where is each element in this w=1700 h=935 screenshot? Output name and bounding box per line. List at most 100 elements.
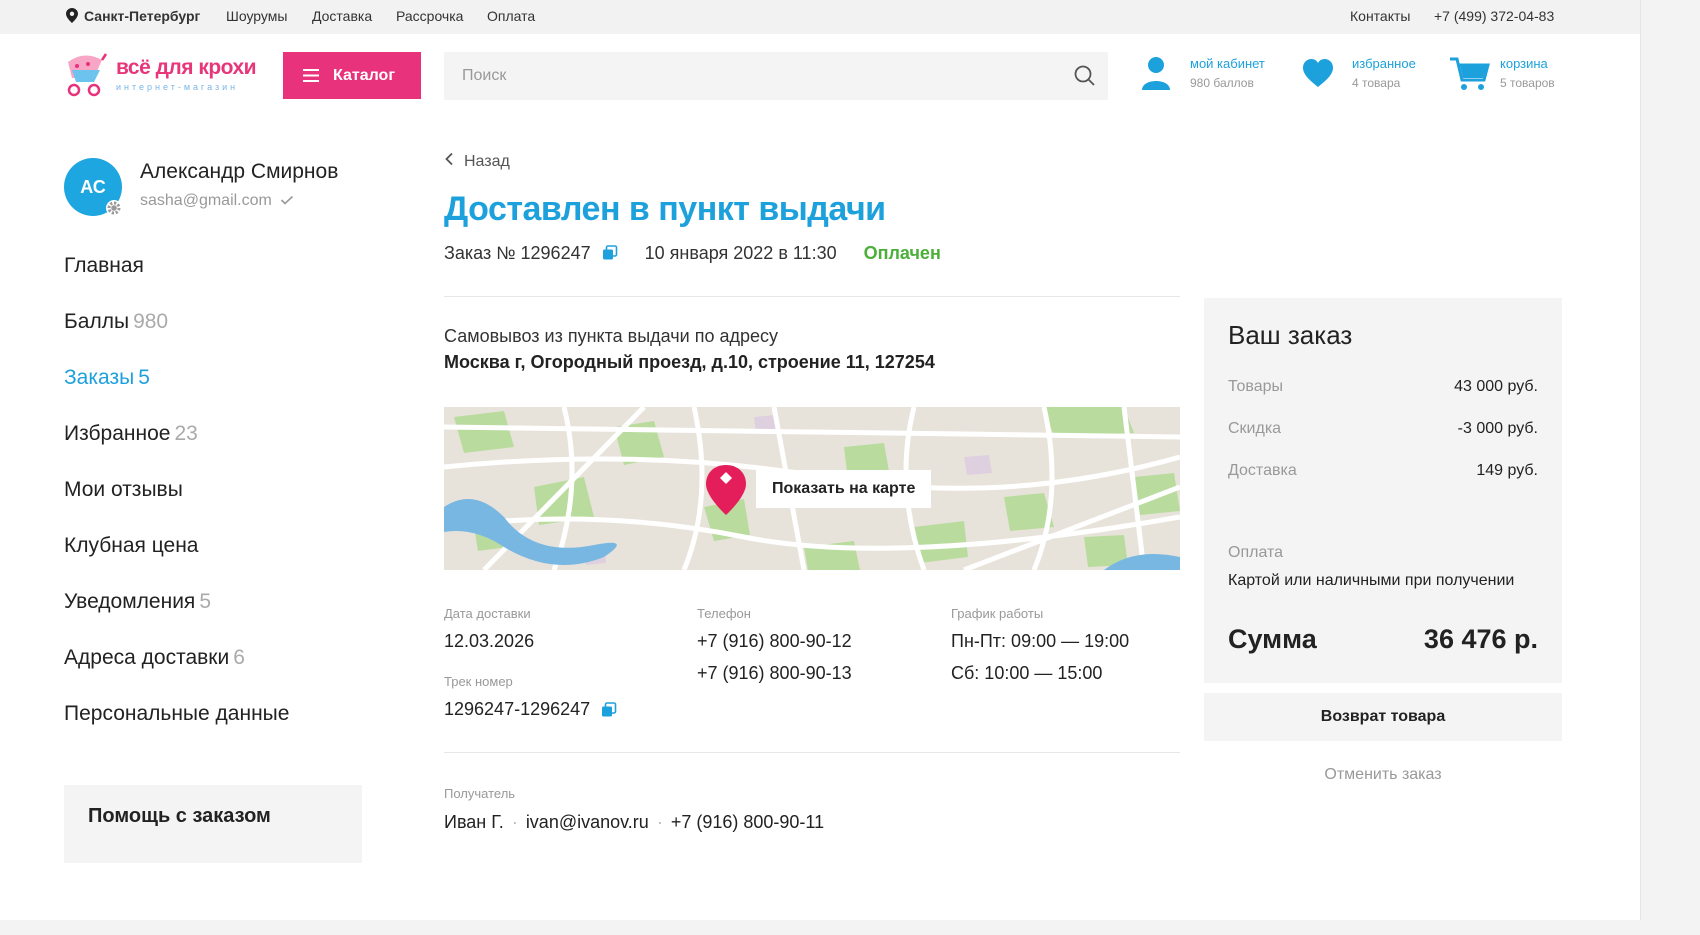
discount-value: -3 000 руб. (1457, 420, 1538, 437)
topbar-link-showrooms[interactable]: Шоурумы (226, 8, 287, 24)
search-icon[interactable] (1074, 65, 1096, 87)
topbar-link-installment[interactable]: Рассрочка (396, 8, 463, 24)
recipient-phone: +7 (916) 800-90-11 (670, 812, 825, 832)
topbar-link-contacts[interactable]: Контакты (1350, 8, 1410, 24)
gear-icon (107, 201, 121, 215)
copy-icon[interactable] (602, 245, 618, 261)
verified-check-icon (281, 195, 294, 205)
phone-value-1[interactable]: +7 (916) 800-90-12 (697, 631, 852, 652)
sidebar-item-count: 23 (174, 422, 198, 445)
cart-count: 5 товаров (1500, 76, 1555, 90)
my-cabinet-points: 980 баллов (1190, 76, 1254, 90)
sidebar-item-count: 5 (138, 366, 150, 389)
order-datetime: 10 января 2022 в 11:30 (644, 242, 837, 263)
order-summary: Ваш заказ Товары 43 000 руб. Скидка -3 0… (1204, 298, 1562, 683)
help-title: Помощь с заказом (88, 805, 271, 827)
pickup-caption: Самовывоз из пункта выдачи по адресу (444, 326, 778, 346)
track-number-label: Трек номер (444, 674, 513, 689)
goods-value: 43 000 руб. (1454, 378, 1538, 395)
schedule-label: График работы (951, 606, 1044, 621)
recipient-label: Получатель (444, 786, 516, 801)
delivery-date-value: 12.03.2026 (444, 631, 535, 651)
copy-icon[interactable] (601, 702, 617, 718)
menu-icon (303, 68, 319, 82)
profile-email-text: sasha@gmail.com (140, 192, 272, 209)
sidebar-item-orders[interactable]: Заказы 5 (64, 366, 150, 390)
sidebar-item-notifications[interactable]: Уведомления 5 (64, 590, 211, 614)
user-icon (1142, 57, 1170, 90)
sidebar-item-addresses[interactable]: Адреса доставки 6 (64, 646, 245, 670)
schedule-weekdays: Пн-Пт: 09:00 — 19:00 (951, 631, 1130, 651)
city-selector[interactable]: Санкт-Петербург (66, 8, 200, 24)
delivery-value: 149 руб. (1476, 462, 1538, 479)
pickup-map[interactable]: Показать на карте (444, 407, 1180, 570)
delivery-label: Доставка (1228, 462, 1297, 479)
return-goods-button[interactable]: Возврат товара (1204, 693, 1562, 741)
catalog-button-label: Каталог (333, 66, 395, 84)
sidebar-item-label: Баллы (64, 310, 130, 333)
my-cabinet-label: мой кабинет (1190, 56, 1265, 71)
phone-label: Телефон (697, 606, 751, 621)
track-number-value: 1296247-1296247 (444, 699, 617, 720)
stroller-logo-icon (67, 53, 108, 97)
delivery-date-label: Дата доставки (444, 606, 531, 621)
payment-status-badge: Оплачен (863, 242, 941, 263)
order-number: Заказ № 1296247 (444, 242, 591, 263)
sidebar-item-label: Адреса доставки (64, 646, 230, 669)
top-bar: Санкт-Петербург Шоурумы Доставка Рассроч… (0, 0, 1640, 34)
total-label: Сумма (1228, 624, 1317, 654)
sidebar-item-label: Уведомления (64, 590, 196, 613)
sidebar-item-label: Персональные данные (64, 702, 290, 725)
order-meta: Заказ № 1296247 10 января 2022 в 11:30 О… (444, 242, 941, 264)
avatar-settings[interactable] (106, 200, 122, 216)
chevron-left-icon (445, 152, 453, 166)
sidebar-item-count: 6 (233, 646, 245, 669)
recipient-email: ivan@ivanov.ru (525, 812, 649, 832)
topbar-phone[interactable]: +7 (499) 372-04-83 (1434, 8, 1554, 24)
map-pin-icon (706, 465, 746, 515)
logo[interactable]: всё для крохи интернет-магазин (64, 52, 264, 100)
favorites-count: 4 товара (1352, 76, 1401, 90)
divider (444, 752, 1180, 753)
sidebar-item-favorites[interactable]: Избранное 23 (64, 422, 198, 446)
sidebar-item-points[interactable]: Баллы 980 (64, 310, 168, 334)
goods-label: Товары (1228, 378, 1284, 395)
catalog-button[interactable]: Каталог (283, 52, 421, 99)
topbar-link-delivery[interactable]: Доставка (312, 8, 372, 24)
phone-value-2[interactable]: +7 (916) 800-90-13 (697, 663, 852, 684)
logo-name: всё для крохи (116, 56, 257, 79)
profile-card: АС Александр Смирнов sasha@gmail.com (64, 158, 394, 218)
search-bar (444, 52, 1108, 100)
city-name: Санкт-Петербург (84, 8, 201, 24)
sidebar-item-label: Главная (64, 254, 144, 277)
topbar-link-payment[interactable]: Оплата (487, 8, 535, 24)
sidebar-item-label: Заказы (64, 366, 135, 389)
heart-icon (1303, 59, 1333, 87)
help-with-order[interactable]: Помощь с заказом (64, 785, 362, 863)
order-status-title: Доставлен в пункт выдачи (444, 190, 886, 228)
recipient-name: Иван Г. (444, 812, 504, 832)
cart-label: корзина (1500, 56, 1548, 71)
sidebar-item-personal-data[interactable]: Персональные данные (64, 702, 289, 726)
sidebar-item-count: 980 (133, 310, 169, 333)
sidebar-item-label: Избранное (64, 422, 171, 445)
back-link[interactable]: Назад (444, 152, 510, 171)
sidebar-item-club-price[interactable]: Клубная цена (64, 534, 198, 558)
show-on-map-button[interactable]: Показать на карте (756, 470, 932, 508)
payment-method: Картой или наличными при получении (1228, 572, 1515, 589)
avatar-initials: АС (80, 177, 106, 197)
location-pin-icon (66, 8, 78, 23)
header: всё для крохи интернет-магазин Каталог м… (0, 34, 1640, 116)
divider (444, 296, 1180, 297)
recipient-info: Иван Г. · ivan@ivanov.ru · +7 (916) 800-90-1… (444, 812, 824, 833)
sidebar-item-home[interactable]: Главная (64, 254, 144, 278)
cart-icon (1450, 57, 1490, 90)
separator-dot: · (511, 812, 518, 832)
profile-email: sasha@gmail.com (140, 192, 294, 210)
sidebar-item-reviews[interactable]: Мои отзывы (64, 478, 183, 502)
track-number-text: 1296247-1296247 (444, 699, 591, 719)
profile-name: Александр Смирнов (140, 160, 339, 183)
cancel-order-link[interactable]: Отменить заказ (1204, 766, 1562, 784)
search-input[interactable] (444, 52, 1062, 100)
page: Санкт-Петербург Шоурумы Доставка Рассроч… (0, 0, 1641, 920)
